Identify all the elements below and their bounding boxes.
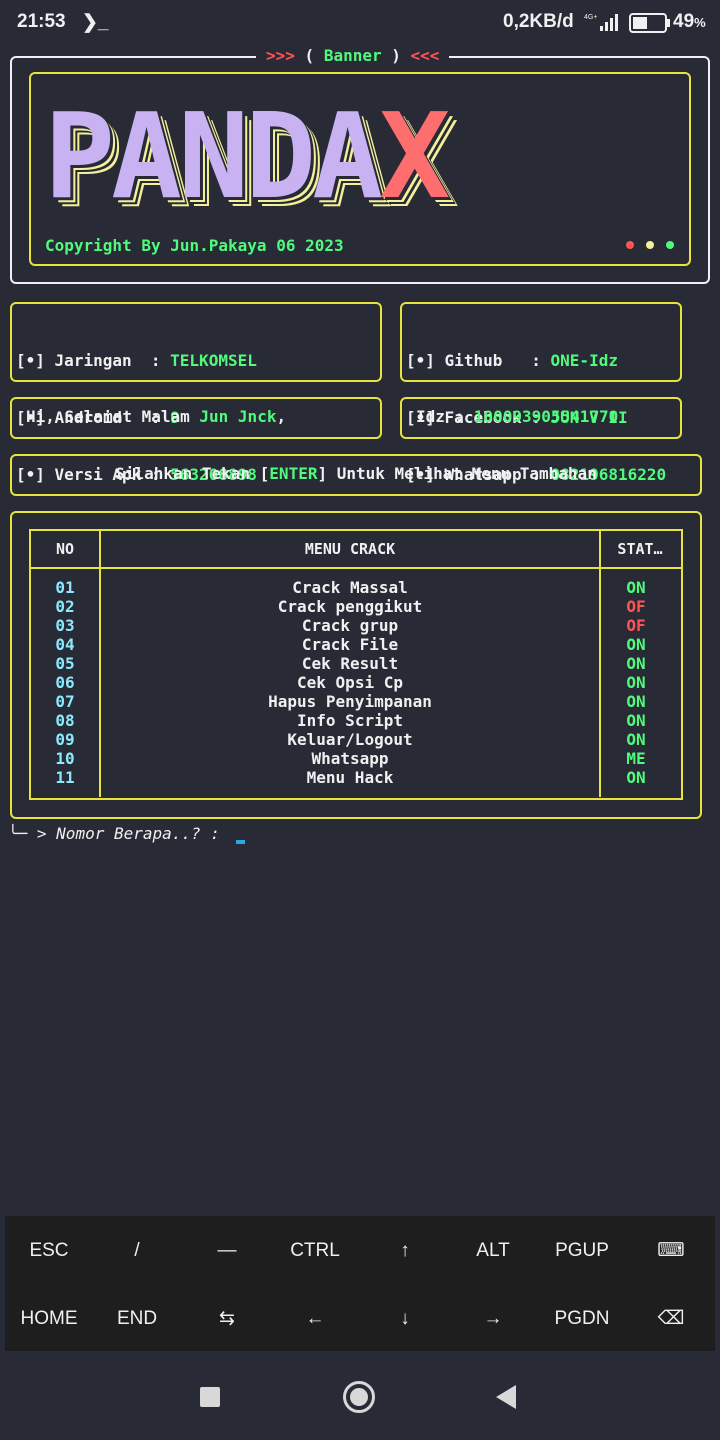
logo-accent: X [379,87,450,225]
menu-row-number: 08 [55,711,75,730]
divider [29,567,681,569]
menu-header-name: MENU CRACK [304,540,396,558]
menu-row-name[interactable]: Keluar/Logout [101,730,599,749]
menu-row-name[interactable]: Info Script [101,711,599,730]
menu-row-number: 01 [55,578,75,597]
menu-row-status: ON [626,730,646,749]
red-dot-icon [626,241,634,249]
menu-row-status: ME [626,749,646,768]
alt-key[interactable]: ALT [449,1231,537,1271]
menu-row-number: 09 [55,730,75,749]
menu-row-number: 04 [55,635,75,654]
greeting-text: Hi, Selamat Malam Jun Jnck, [26,407,287,426]
menu-row-number: 05 [55,654,75,673]
home-icon-center [350,1388,368,1406]
title-text: Banner [323,46,382,65]
menu-row-status: ON [626,635,646,654]
pgup-key[interactable]: PGUP [538,1231,626,1271]
menu-row-number: 11 [55,768,75,787]
menu-row-name[interactable]: Cek Opsi Cp [101,673,599,692]
input-prompt[interactable]: ╰─ > Nomor Berapa..? : [8,824,220,843]
pgdn-key[interactable]: PGDN [538,1299,626,1339]
menu-row-name[interactable]: Crack Massal [101,578,599,597]
title-arrows-right: <<< [410,46,440,65]
network-speed: 0,2KB/d [503,11,574,32]
menu-row-name[interactable]: Cek Result [101,654,599,673]
menu-row-status: OF [626,597,646,616]
device-row-network: [•] Jaringan : TELKOMSEL [16,351,257,370]
menu-row-status: OF [626,616,646,635]
status-bar: 21:53 ❯_ 0,2KB/d 4G+ 49% [0,0,720,44]
copyright-text: Copyright By Jun.Pakaya 06 2023 [45,236,344,255]
menu-row-number: 02 [55,597,75,616]
logo: PANDAX [44,97,450,215]
text-cursor[interactable] [236,840,245,844]
backspace-icon[interactable]: ⌫ [627,1299,715,1339]
arrow-left-key[interactable]: ← [271,1299,359,1339]
menu-row-name[interactable]: Crack penggikut [101,597,599,616]
menu-row-number: 06 [55,673,75,692]
title-close-paren: ) [381,46,411,65]
menu-row-name[interactable]: Crack File [101,635,599,654]
esc-key[interactable]: ESC [5,1231,93,1271]
yellow-dot-icon [646,241,654,249]
logo-main: PANDA [44,87,383,225]
menu-header-status: STAT… [617,540,663,558]
arrow-right-key[interactable]: → [449,1299,537,1339]
ctrl-key[interactable]: CTRL [271,1231,359,1271]
terminal-icon: ❯_ [82,12,109,33]
title-open-paren: ( [294,46,324,65]
menu-row-name[interactable]: Menu Hack [101,768,599,787]
menu-row-status: ON [626,692,646,711]
green-dot-icon [666,241,674,249]
banner-title: >>> ( Banner ) <<< [256,46,450,65]
menu-row-name[interactable]: Crack grup [101,616,599,635]
menu-header-no: NO [55,540,75,558]
tab-key[interactable]: ⇆ [183,1299,271,1339]
battery-cap [667,19,670,27]
clock: 21:53 [17,11,66,32]
end-key[interactable]: END [93,1299,181,1339]
slash-key[interactable]: / [93,1231,181,1271]
signal-icon: 4G+ [584,12,620,38]
menu-row-number: 10 [55,749,75,768]
menu-row-status: ON [626,673,646,692]
arrow-up-key[interactable]: ↑ [361,1231,449,1271]
menu-row-status: ON [626,654,646,673]
menu-row-number: 03 [55,616,75,635]
battery-percent: 49% [673,11,706,32]
menu-row-status: ON [626,768,646,787]
contact-row-github: [•] Github : ONE-Idz [406,351,618,370]
back-icon[interactable] [496,1385,516,1409]
menu-row-status: ON [626,711,646,730]
menu-row-name[interactable]: Hapus Penyimpanan [101,692,599,711]
home-key[interactable]: HOME [5,1299,93,1339]
signal-type: 4G+ [584,14,597,21]
arrow-down-key[interactable]: ↓ [361,1299,449,1339]
dash-key[interactable]: — [183,1231,271,1271]
idz-text: Idz : 100093905541770 [416,407,619,426]
battery-icon [629,13,667,33]
menu-row-name[interactable]: Whatsapp [101,749,599,768]
menu-row-number: 07 [55,692,75,711]
title-arrows-left: >>> [266,46,295,65]
enter-hint: Silahkan Tekan [ENTER] Untuk Melihat Men… [115,464,597,483]
keyboard-toggle-icon[interactable]: ⌨ [627,1231,715,1271]
recent-apps-icon[interactable] [200,1387,220,1407]
menu-row-status: ON [626,578,646,597]
